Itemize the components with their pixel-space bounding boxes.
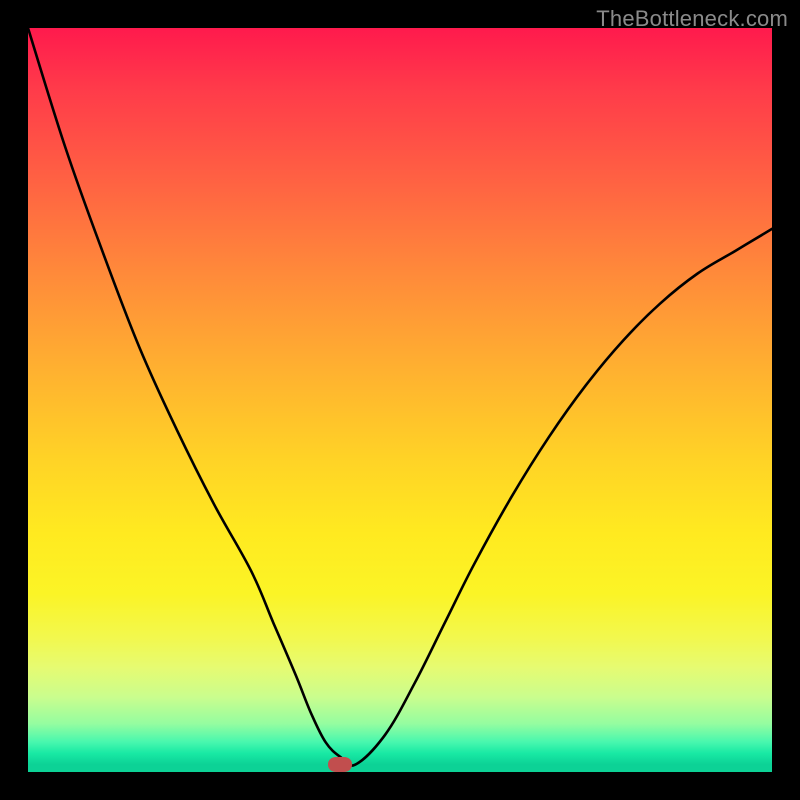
watermark-text: TheBottleneck.com (596, 6, 788, 32)
bottleneck-curve (28, 28, 772, 772)
chart-frame: TheBottleneck.com (0, 0, 800, 800)
minimum-marker (328, 757, 352, 772)
plot-area (28, 28, 772, 772)
